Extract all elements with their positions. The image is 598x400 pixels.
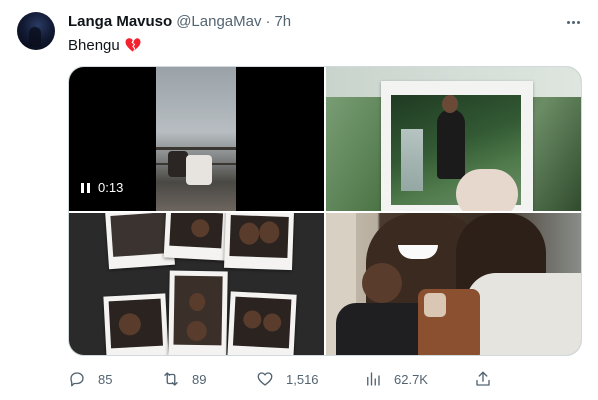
- video-player[interactable]: 0:13: [69, 67, 324, 211]
- author-name[interactable]: Langa Mavuso: [68, 13, 172, 30]
- reply-icon: [70, 372, 84, 387]
- retweet-button[interactable]: 89: [162, 370, 206, 388]
- retweet-count: 89: [192, 371, 207, 387]
- views-button[interactable]: 62.7K: [364, 370, 428, 388]
- media-image-polaroid-collage[interactable]: [69, 213, 324, 355]
- video-controls: 0:13: [81, 180, 123, 195]
- reply-count: 85: [98, 371, 113, 387]
- tweet-text: Bhengu: [68, 36, 142, 54]
- more-options-icon[interactable]: [562, 12, 584, 32]
- tweet-body: Bhengu: [68, 36, 120, 54]
- share-button[interactable]: [474, 370, 492, 388]
- tweet-actions: 85 89 1,516 62.7K: [68, 370, 582, 390]
- reply-button[interactable]: 85: [68, 370, 112, 388]
- broken-heart-icon: [125, 38, 141, 52]
- timestamp[interactable]: 7h: [274, 13, 291, 30]
- views-count: 62.7K: [394, 371, 428, 387]
- avatar[interactable]: [17, 12, 55, 50]
- tweet-header: Langa Mavuso @LangaMav · 7h: [68, 13, 291, 31]
- share-icon: [476, 371, 490, 386]
- pause-icon[interactable]: [81, 182, 90, 193]
- tweet[interactable]: Langa Mavuso @LangaMav · 7h Bhengu 0:13: [0, 0, 598, 400]
- media-image-selfie[interactable]: [326, 213, 581, 355]
- separator-dot: ·: [265, 13, 271, 30]
- video-thumbnail: [156, 67, 236, 211]
- author-handle[interactable]: @LangaMav: [176, 13, 261, 30]
- video-duration: 0:13: [98, 180, 124, 195]
- views-chart-icon: [367, 372, 380, 386]
- media-image-polaroid-outdoor[interactable]: [326, 67, 581, 211]
- heart-icon: [257, 372, 273, 386]
- retweet-icon: [164, 372, 178, 386]
- like-count: 1,516: [286, 371, 319, 387]
- media-grid: 0:13: [68, 66, 582, 356]
- like-button[interactable]: 1,516: [256, 370, 319, 388]
